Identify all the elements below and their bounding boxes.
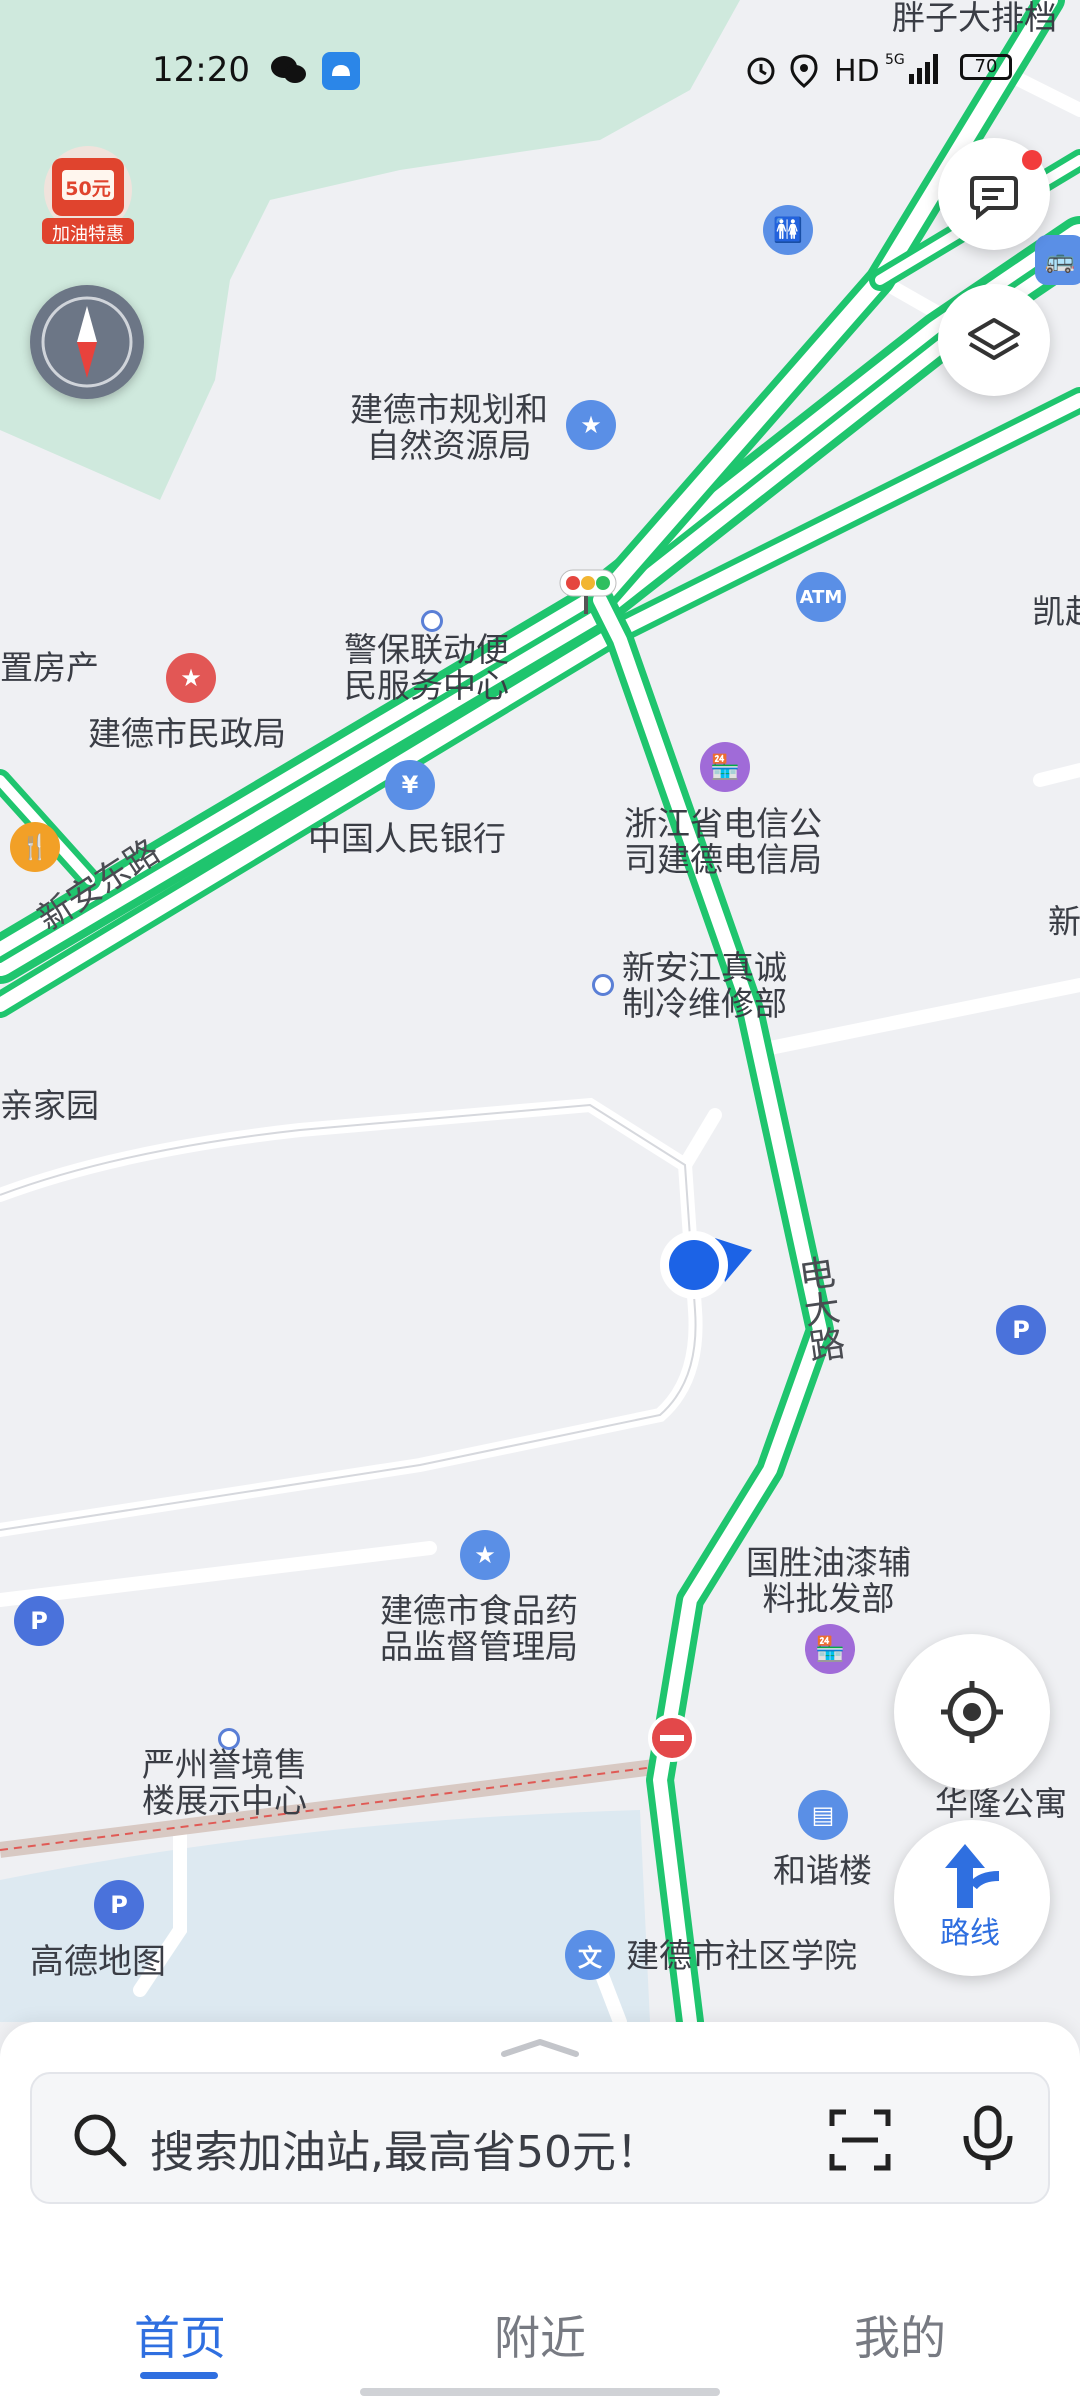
- poi-label-guihua: 建德市规划和 自然资源局: [350, 390, 548, 465]
- current-location-marker: [660, 1231, 752, 1299]
- battery-icon: 70: [960, 54, 1012, 80]
- wechat-icon: [270, 54, 308, 93]
- toilet-poi-icon[interactable]: 🚻: [763, 205, 813, 255]
- school-poi-icon[interactable]: 文: [565, 1930, 615, 1980]
- poi-label-kai: 凯赴: [1032, 592, 1080, 631]
- alarm-icon: [745, 54, 777, 93]
- search-icon: [74, 2114, 127, 2167]
- parking-poi-icon-bottom[interactable]: P: [94, 1880, 144, 1930]
- poi-dot-zhencheng[interactable]: [592, 974, 614, 996]
- poi-label-yanzhou: 严州誉境售 楼展示中心: [142, 1745, 307, 1820]
- android-icon: [322, 52, 360, 97]
- tab-nearby[interactable]: 附近: [494, 2302, 586, 2368]
- atm-poi-icon[interactable]: ATM: [796, 572, 846, 622]
- poi-label-hexie: 和谐楼: [773, 1851, 872, 1890]
- scan-icon[interactable]: [828, 2108, 892, 2172]
- poi-label-hualong: 华隆公寓: [935, 1784, 1067, 1823]
- route-button[interactable]: 路线: [894, 1820, 1050, 1976]
- svg-text:5G: 5G: [885, 52, 905, 68]
- microphone-icon[interactable]: [960, 2104, 1016, 2174]
- tab-mine[interactable]: 我的: [854, 2302, 946, 2368]
- poi-label-shipin: 建德市食品药 品监督管理局: [380, 1591, 578, 1666]
- message-icon: [970, 176, 1018, 221]
- route-arrow-icon: [945, 1844, 1000, 1908]
- layers-icon: [968, 318, 1020, 360]
- search-bar[interactable]: 搜索加油站,最高省50元！: [30, 2072, 1050, 2204]
- notification-dot: [1022, 150, 1042, 170]
- search-input[interactable]: 搜索加油站,最高省50元！: [150, 2116, 660, 2180]
- crosshair-icon: [941, 1681, 1003, 1743]
- compass-icon[interactable]: [30, 285, 144, 399]
- tab-home-indicator: [140, 2372, 218, 2379]
- parking-poi-icon[interactable]: P: [996, 1305, 1046, 1355]
- route-label: 路线: [940, 1916, 1000, 1951]
- poi-label-qinjia: 亲家园: [0, 1086, 99, 1125]
- poi-label-renmin: 中国人民银行: [308, 819, 506, 858]
- building-poi-icon[interactable]: ▤: [798, 1790, 848, 1840]
- bank-poi-icon[interactable]: ¥: [385, 760, 435, 810]
- map-logo: 高德地图: [30, 1942, 166, 1982]
- tab-home[interactable]: 首页: [134, 2302, 226, 2368]
- restaurant-poi-icon[interactable]: 🍴: [10, 822, 60, 872]
- fuel-promo-badge[interactable]: 50元 加油特惠: [32, 140, 144, 252]
- poi-label-zhencheng: 新安江真诚 制冷维修部: [622, 948, 787, 1023]
- poi-label-dianxin: 浙江省电信公 司建德电信局: [624, 804, 822, 879]
- government-poi-icon[interactable]: ★: [566, 400, 616, 450]
- location-icon: [790, 54, 818, 95]
- poi-dot-jingbao[interactable]: [421, 610, 443, 632]
- bus-stop-icon[interactable]: 🚌: [1035, 235, 1080, 285]
- telecom-poi-icon[interactable]: 🏪: [700, 742, 750, 792]
- paint-shop-poi-icon[interactable]: 🏪: [805, 1624, 855, 1674]
- parking-poi-icon-left[interactable]: P: [14, 1596, 64, 1646]
- status-bar: 12:20 HD 5G 70: [0, 0, 1080, 140]
- hd-icon: HD: [834, 54, 880, 89]
- poi-label-xin: 新: [1048, 902, 1080, 941]
- poi-label-fangchan: 置房产: [0, 648, 99, 687]
- promo-amount: 50元: [65, 178, 111, 200]
- poi-label-guosheng: 国胜油漆辅 料批发部: [746, 1543, 911, 1618]
- gesture-bar[interactable]: [360, 2388, 720, 2396]
- promo-label: 加油特惠: [52, 224, 124, 245]
- poi-label-minzheng: 建德市民政局: [88, 714, 286, 753]
- civil-affairs-poi-icon[interactable]: ★: [166, 653, 216, 703]
- sheet-handle-icon[interactable]: [500, 2038, 580, 2058]
- status-time: 12:20: [152, 50, 250, 90]
- layers-button[interactable]: [938, 284, 1050, 396]
- poi-label-shequ: 建德市社区学院: [626, 1936, 857, 1975]
- 5g-signal-icon: 5G: [885, 50, 941, 93]
- message-button[interactable]: [938, 138, 1050, 250]
- food-drug-poi-icon[interactable]: ★: [460, 1530, 510, 1580]
- bottom-tab-bar: 首页 附近 我的: [0, 2254, 1080, 2379]
- locate-me-button[interactable]: [894, 1634, 1050, 1790]
- poi-label-jingbao: 警保联动便 民服务中心: [344, 630, 509, 705]
